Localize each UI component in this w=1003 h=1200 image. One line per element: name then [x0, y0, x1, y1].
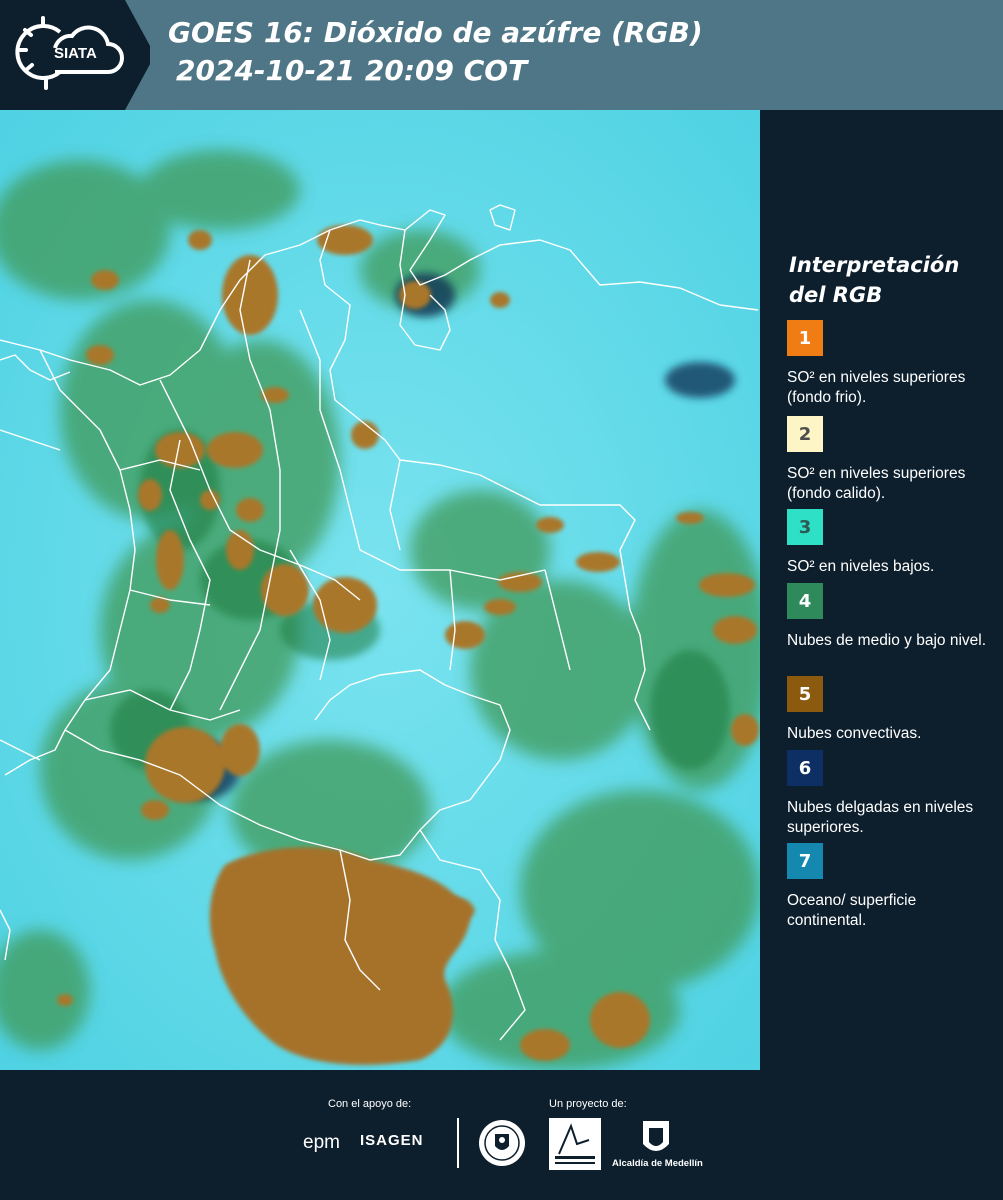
siata-logo: SIATA: [0, 0, 150, 110]
isagen-logo: ISAGEN: [360, 1132, 424, 1149]
legend-item-2: 2 SO² en niveles superiores (fondo calid…: [787, 416, 992, 504]
legend-label-7: Oceano/ superficie continental.: [787, 892, 917, 929]
legend-label-2: SO² en niveles superiores (fondo calido)…: [787, 465, 966, 502]
alcaldia-medellin-logo: [643, 1121, 669, 1151]
legend-label-3: SO² en niveles bajos.: [787, 558, 935, 575]
legend-title: Interpretación del RGB: [789, 253, 960, 307]
legend-item-6: 6 Nubes delgadas en niveles superiores.: [787, 750, 992, 838]
legend-item-5: 5 Nubes convectivas.: [787, 676, 992, 744]
legend-label-5: Nubes convectivas.: [787, 725, 922, 742]
legend-item-1: 1 SO² en niveles superiores (fondo frio)…: [787, 320, 992, 408]
medellin-seal-icon: [479, 1120, 525, 1166]
legend-item-7: 7 Oceano/ superficie continental.: [787, 843, 992, 931]
title-datetime: 2024-10-21 20:09 COT: [176, 54, 528, 87]
legend-label-1: SO² en niveles superiores (fondo frio).: [787, 369, 966, 406]
legend-swatch-4: 4: [787, 583, 823, 619]
legend-swatch-7: 7: [787, 843, 823, 879]
area-metropolitana-logo: [549, 1118, 601, 1170]
logo-text: SIATA: [54, 45, 97, 62]
legend-swatch-2: 2: [787, 416, 823, 452]
support-label: Con el apoyo de:: [328, 1098, 412, 1110]
legend-item-3: 3 SO² en niveles bajos.: [787, 509, 992, 577]
legend-panel: Interpretación del RGB 1 SO² en niveles …: [760, 110, 1003, 1070]
project-label: Un proyecto de:: [549, 1098, 627, 1110]
legend-label-6: Nubes delgadas en niveles superiores.: [787, 799, 974, 836]
footer-sponsors: Con el apoyo de: Un proyecto de: epm ISA…: [0, 1070, 1003, 1200]
header-banner: SIATA GOES 16: Dióxido de azúfre (RGB) 2…: [0, 0, 1003, 110]
title-product: GOES 16: Dióxido de azúfre (RGB): [168, 16, 703, 49]
legend-swatch-3: 3: [787, 509, 823, 545]
legend-swatch-5: 5: [787, 676, 823, 712]
legend-label-4: Nubes de medio y bajo nivel.: [787, 632, 987, 649]
alcaldia-label: Alcaldía de Medellín: [612, 1158, 703, 1169]
epm-logo: epm: [303, 1132, 340, 1153]
legend-item-4: 4 Nubes de medio y bajo nivel.: [787, 583, 992, 651]
legend-swatch-1: 1: [787, 320, 823, 356]
satellite-map: [0, 110, 760, 1070]
legend-swatch-6: 6: [787, 750, 823, 786]
footer-divider: [457, 1118, 459, 1168]
